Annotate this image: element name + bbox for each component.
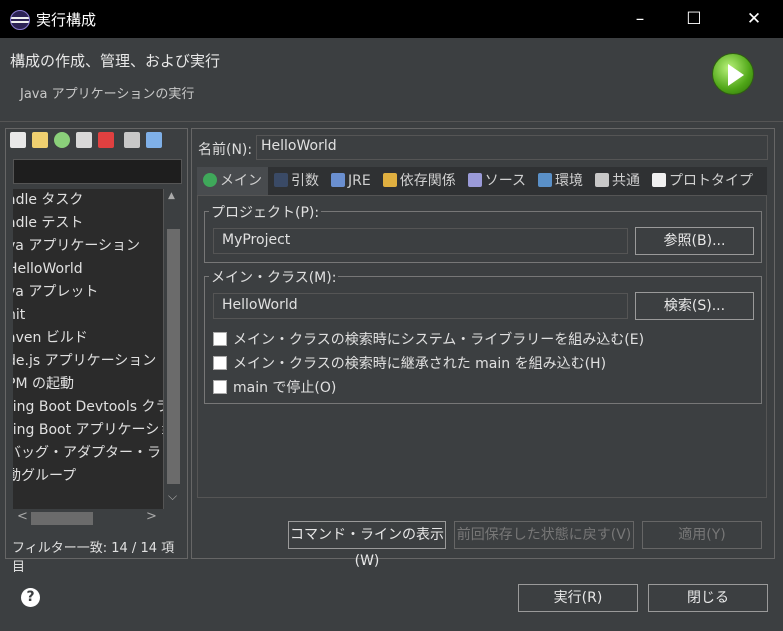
stop-in-main-checkbox[interactable]: main で停止(O) [213,377,336,397]
scroll-right-icon[interactable]: > [146,509,157,524]
tree-item[interactable]: 動グループ [13,465,163,488]
scroll-up-icon[interactable]: ▲ [168,191,175,201]
maximize-button[interactable]: ☐ [669,0,719,38]
source-tab-icon [467,173,482,187]
tree-item[interactable]: バッグ・アダプター・ランチャー [13,442,163,465]
main-class-label: メイン・クラス(M): [209,267,339,287]
tab-dependencies[interactable]: 依存関係 [377,167,462,195]
new-prototype-icon[interactable] [32,132,48,148]
tree-item[interactable]: ring Boot Devtools クラ [13,396,163,419]
checkbox-box[interactable] [213,380,227,394]
tab-prototype[interactable]: プロトタイプ [646,167,759,195]
config-tree[interactable]: adle タスク adle テスト va アプリケーション HelloWorld va … [13,189,163,509]
tree-item[interactable]: adle タスク [13,189,163,212]
configuration-editor: 名前(N): HelloWorld メイン 引数 JRE 依存関係 ソース 環境… [191,128,775,569]
tab-common[interactable]: 共通 [589,167,646,195]
tree-item[interactable]: ring Boot アプリケーション [13,419,163,442]
filter-icon[interactable] [146,132,162,148]
project-group: プロジェクト(P): MyProject 参照(B)... [204,202,762,263]
help-icon[interactable]: ? [21,588,40,607]
run-button[interactable]: 実行(R) [518,584,638,612]
project-label: プロジェクト(P): [209,202,322,222]
banner-subheading: Java アプリケーションの実行 [20,87,195,102]
name-label: 名前(N): [198,142,253,158]
title-bar: 実行構成 – ☐ ✕ [0,0,783,38]
jre-tab-icon [331,173,345,187]
revert-button[interactable]: 前回保存した状態に戻す(V) [454,521,634,549]
show-command-line-button[interactable]: コマンド・ラインの表示(W) [288,521,446,569]
header-banner: 構成の作成、管理、および実行 Java アプリケーションの実行 [0,38,783,122]
tab-main[interactable]: メイン [197,167,268,195]
arguments-tab-icon [274,173,288,187]
tree-item[interactable]: nit [13,304,163,327]
project-field[interactable]: MyProject [213,228,628,254]
config-tabs: メイン 引数 JRE 依存関係 ソース 環境 共通 プロトタイプ [197,167,767,195]
include-inherited-main-checkbox[interactable]: メイン・クラスの検索時に継承された main を組み込む(H) [213,353,606,373]
main-class-field[interactable]: HelloWorld [213,293,628,319]
main-class-group: メイン・クラス(M): HelloWorld 検索(S)... メイン・クラスの… [204,267,762,404]
main-tab-panel: プロジェクト(P): MyProject 参照(B)... メイン・クラス(M)… [197,195,767,498]
tree-item[interactable]: va アプレット [13,281,163,304]
collapse-all-icon[interactable] [124,132,140,148]
eclipse-icon [10,10,30,30]
tree-item[interactable]: va アプリケーション [13,235,163,258]
new-config-icon[interactable] [10,132,26,148]
delete-icon[interactable] [98,132,114,148]
checkbox-box[interactable] [213,332,227,346]
minimize-button[interactable]: – [615,0,665,38]
window-title: 実行構成 [36,11,97,29]
tree-item[interactable]: HelloWorld [13,258,163,281]
scroll-thumb[interactable] [167,229,180,484]
tab-arguments[interactable]: 引数 [268,167,325,195]
tree-item[interactable]: adle テスト [13,212,163,235]
browse-button[interactable]: 参照(B)... [635,227,754,255]
prototype-tab-icon [652,173,667,187]
configuration-list-pane: adle タスク adle テスト va アプリケーション HelloWorld va … [5,128,188,575]
list-toolbar [10,132,162,152]
tree-item[interactable]: aven ビルド [13,327,163,350]
search-button[interactable]: 検索(S)... [635,292,754,320]
export-icon[interactable] [54,132,70,148]
scroll-left-icon[interactable]: < [17,509,28,524]
include-system-libraries-checkbox[interactable]: メイン・クラスの検索時にシステム・ライブラリーを組み込む(E) [213,329,644,349]
name-field[interactable]: HelloWorld [256,135,768,160]
common-tab-icon [595,173,610,187]
apply-button[interactable]: 適用(Y) [642,521,762,549]
scroll-down-icon[interactable]: ⌵ [168,489,177,504]
duplicate-icon[interactable] [76,132,92,148]
tab-environment[interactable]: 環境 [532,167,589,195]
close-window-button[interactable]: ✕ [729,0,779,38]
tree-item[interactable]: de.js アプリケーション [13,350,163,373]
tree-item[interactable]: PM の起動 [13,373,163,396]
hscroll-thumb[interactable] [31,512,93,525]
main-tab-icon [203,173,217,187]
environment-tab-icon [538,173,553,187]
run-banner-icon [712,53,754,95]
tab-jre[interactable]: JRE [325,167,377,195]
checkbox-box[interactable] [213,356,227,370]
tab-source[interactable]: ソース [462,167,532,195]
horizontal-scrollbar[interactable]: < > [13,509,163,528]
close-button[interactable]: 閉じる [648,584,768,612]
dependencies-tab-icon [382,173,397,187]
banner-heading: 構成の作成、管理、および実行 [10,52,221,70]
filter-status: フィルター一致: 14 / 14 項目 [12,541,175,575]
vertical-scrollbar[interactable]: ▲ ⌵ [163,189,182,509]
filter-input[interactable] [13,159,182,184]
